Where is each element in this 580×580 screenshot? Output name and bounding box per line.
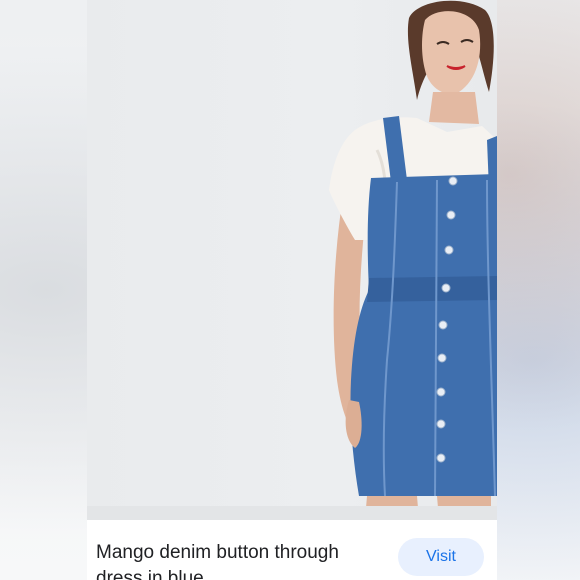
product-info: Mango denim button through dress in blue… — [87, 520, 497, 580]
product-title[interactable]: Mango denim button through dress in blue — [96, 540, 381, 580]
product-image[interactable] — [87, 0, 497, 520]
product-photo-illustration — [87, 0, 497, 520]
visit-button[interactable]: Visit — [398, 538, 484, 576]
product-card[interactable]: Mango denim button through dress in blue… — [87, 0, 497, 580]
